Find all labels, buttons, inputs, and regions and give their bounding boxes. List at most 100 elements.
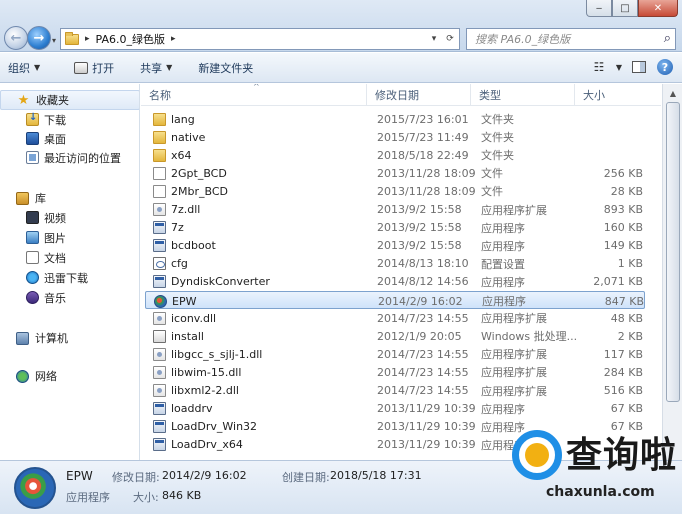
- sidebar-item-music[interactable]: 音乐: [0, 288, 139, 307]
- file-date: 2014/7/23 14:55: [377, 384, 469, 397]
- file-name: 2Mbr_BCD: [171, 184, 228, 198]
- new-folder-button[interactable]: 新建文件夹: [190, 56, 261, 80]
- share-menu[interactable]: 共享 ▼: [132, 56, 180, 80]
- table-row[interactable]: 2Gpt_BCD 2013/11/28 18:09 文件 256 KB: [145, 164, 645, 182]
- file-name-cell: libgcc_s_sjlj-1.dll: [153, 345, 369, 363]
- column-header-type[interactable]: 类型: [471, 84, 575, 106]
- file-name-cell: LoadDrv_x64: [153, 436, 369, 454]
- file-type: 应用程序: [481, 402, 525, 416]
- file-name-cell: loaddrv: [153, 400, 369, 418]
- file-size: 117 KB: [603, 347, 643, 361]
- sidebar-item-computer[interactable]: 计算机: [0, 328, 139, 348]
- table-row[interactable]: loaddrv 2013/11/29 10:39 应用程序 67 KB: [145, 400, 645, 418]
- table-row[interactable]: iconv.dll 2014/7/23 14:55 应用程序扩展 48 KB: [145, 309, 645, 327]
- table-row[interactable]: libxml2-2.dll 2014/7/23 14:55 应用程序扩展 516 KB: [145, 382, 645, 400]
- scroll-up-icon[interactable]: ▲: [666, 86, 680, 100]
- organize-label: 组织: [8, 61, 30, 75]
- close-button[interactable]: ✕: [638, 0, 678, 17]
- sidebar-item-label: 图片: [44, 231, 66, 245]
- table-row[interactable]: x64 2018/5/18 22:49 文件夹: [145, 146, 645, 164]
- folder-icon: [65, 31, 79, 45]
- table-row[interactable]: native 2015/7/23 11:49 文件夹: [145, 128, 645, 146]
- sidebar-item-recent-places[interactable]: 最近访问的位置: [0, 148, 139, 167]
- sidebar-item-favorites[interactable]: ★ 收藏夹: [0, 90, 139, 110]
- address-dropdown-icon[interactable]: ▾: [427, 31, 441, 47]
- table-row[interactable]: bcdboot 2013/9/2 15:58 应用程序 149 KB: [145, 237, 645, 255]
- path-separator-end[interactable]: ▸: [171, 34, 176, 44]
- file-date: 2013/11/28 18:09: [377, 166, 476, 180]
- file-type: 文件夹: [481, 149, 514, 163]
- file-date: 2014/8/12 14:56: [377, 275, 469, 289]
- file-name: iconv.dll: [171, 311, 217, 325]
- file-name-cell: lang: [153, 110, 369, 128]
- music-icon: [26, 291, 39, 304]
- library-icon: [16, 191, 29, 205]
- path-separator[interactable]: ▸: [85, 34, 90, 44]
- new-folder-label: 新建文件夹: [198, 61, 254, 75]
- file-type: 配置设置: [481, 257, 525, 271]
- table-row[interactable]: lang 2015/7/23 16:01 文件夹: [145, 110, 645, 128]
- table-row[interactable]: 7z 2013/9/2 15:58 应用程序 160 KB: [145, 219, 645, 237]
- column-headers: 名称 ^ 修改日期 类型 大小: [141, 84, 661, 106]
- table-row[interactable]: libwim-15.dll 2014/7/23 14:55 应用程序扩展 284 KB: [145, 363, 645, 381]
- file-name-cell: 7z.dll: [153, 201, 369, 219]
- file-date: 2014/7/23 14:55: [377, 365, 469, 379]
- table-row[interactable]: 2Mbr_BCD 2013/11/28 18:09 文件 28 KB: [145, 182, 645, 200]
- file-name: DyndiskConverter: [171, 275, 270, 289]
- sidebar-item-network[interactable]: 网络: [0, 366, 139, 386]
- column-header-name[interactable]: 名称 ^: [141, 84, 367, 106]
- file-size: [581, 110, 643, 128]
- dll-file-icon: [153, 347, 166, 361]
- view-dropdown-icon[interactable]: ▼: [614, 56, 624, 78]
- folder-file-icon: [153, 112, 166, 126]
- address-bar[interactable]: ▸ PA6.0_绿色版 ▸ ▾ ⟳: [60, 28, 460, 50]
- maximize-button[interactable]: □: [612, 0, 638, 17]
- minimize-button[interactable]: ‒: [586, 0, 612, 17]
- table-row[interactable]: install 2012/1/9 20:05 Windows 批处理... 2 KB: [145, 327, 645, 345]
- file-size: 149 KB: [603, 239, 643, 253]
- address-path[interactable]: PA6.0_绿色版: [96, 31, 165, 47]
- sidebar-item-libraries[interactable]: 库: [0, 188, 139, 208]
- sidebar-item-documents[interactable]: 文档: [0, 248, 139, 267]
- search-input[interactable]: 搜索 PA6.0_绿色版 ⌕: [466, 28, 676, 50]
- help-button[interactable]: ?: [654, 56, 676, 78]
- sort-ascending-icon: ^: [253, 84, 260, 91]
- search-icon[interactable]: ⌕: [664, 31, 671, 46]
- sidebar-item-thunder-downloads[interactable]: 迅雷下载: [0, 268, 139, 287]
- file-name-cell: x64: [153, 146, 369, 164]
- forward-button[interactable]: →: [27, 26, 51, 50]
- file-size: [581, 128, 643, 146]
- table-row[interactable]: EPW 2014/2/9 16:02 应用程序 847 KB: [145, 291, 645, 309]
- table-row[interactable]: 7z.dll 2013/9/2 15:58 应用程序扩展 893 KB: [145, 201, 645, 219]
- recent-pages-dropdown[interactable]: ▾: [52, 36, 56, 45]
- preview-pane-button[interactable]: [628, 56, 650, 78]
- vertical-scrollbar[interactable]: ▲: [662, 84, 682, 460]
- sidebar-item-pictures[interactable]: 图片: [0, 228, 139, 247]
- column-header-size[interactable]: 大小: [575, 84, 661, 106]
- file-size: 2,071 KB: [593, 275, 643, 289]
- chevron-down-icon: ▼: [34, 63, 41, 72]
- table-row[interactable]: libgcc_s_sjlj-1.dll 2014/7/23 14:55 应用程序扩展…: [145, 345, 645, 363]
- file-size: 284 KB: [603, 365, 643, 379]
- open-button[interactable]: 打开: [66, 56, 122, 80]
- file-date: 2013/9/2 15:58: [377, 239, 462, 253]
- sidebar-item-desktop[interactable]: 桌面: [0, 129, 139, 148]
- sidebar-item-downloads[interactable]: 下载: [0, 110, 139, 129]
- details-modified-label: 修改日期:: [112, 471, 160, 484]
- file-size: 893 KB: [603, 203, 643, 216]
- table-row[interactable]: cfg 2014/8/13 18:10 配置设置 1 KB: [145, 255, 645, 273]
- column-header-name-label: 名称: [149, 89, 171, 102]
- view-options-icon[interactable]: ☷: [588, 56, 610, 78]
- sidebar-item-videos[interactable]: 视频: [0, 208, 139, 227]
- column-header-date[interactable]: 修改日期: [367, 84, 471, 106]
- navigation-pane: ★ 收藏夹 下载 桌面 最近访问的位置 库 视频 图片 文档 迅雷下载 音乐 计…: [0, 84, 140, 460]
- column-header-size-label: 大小: [583, 89, 605, 102]
- scrollbar-thumb[interactable]: [666, 102, 680, 402]
- organize-menu[interactable]: 组织 ▼: [0, 56, 48, 80]
- column-header-type-label: 类型: [479, 89, 501, 102]
- sidebar-item-label: 收藏夹: [36, 94, 69, 107]
- back-button[interactable]: ←: [4, 26, 28, 50]
- refresh-icon[interactable]: ⟳: [443, 31, 457, 47]
- file-date: 2013/9/2 15:58: [377, 203, 462, 216]
- table-row[interactable]: DyndiskConverter 2014/8/12 14:56 应用程序 2,071…: [145, 273, 645, 291]
